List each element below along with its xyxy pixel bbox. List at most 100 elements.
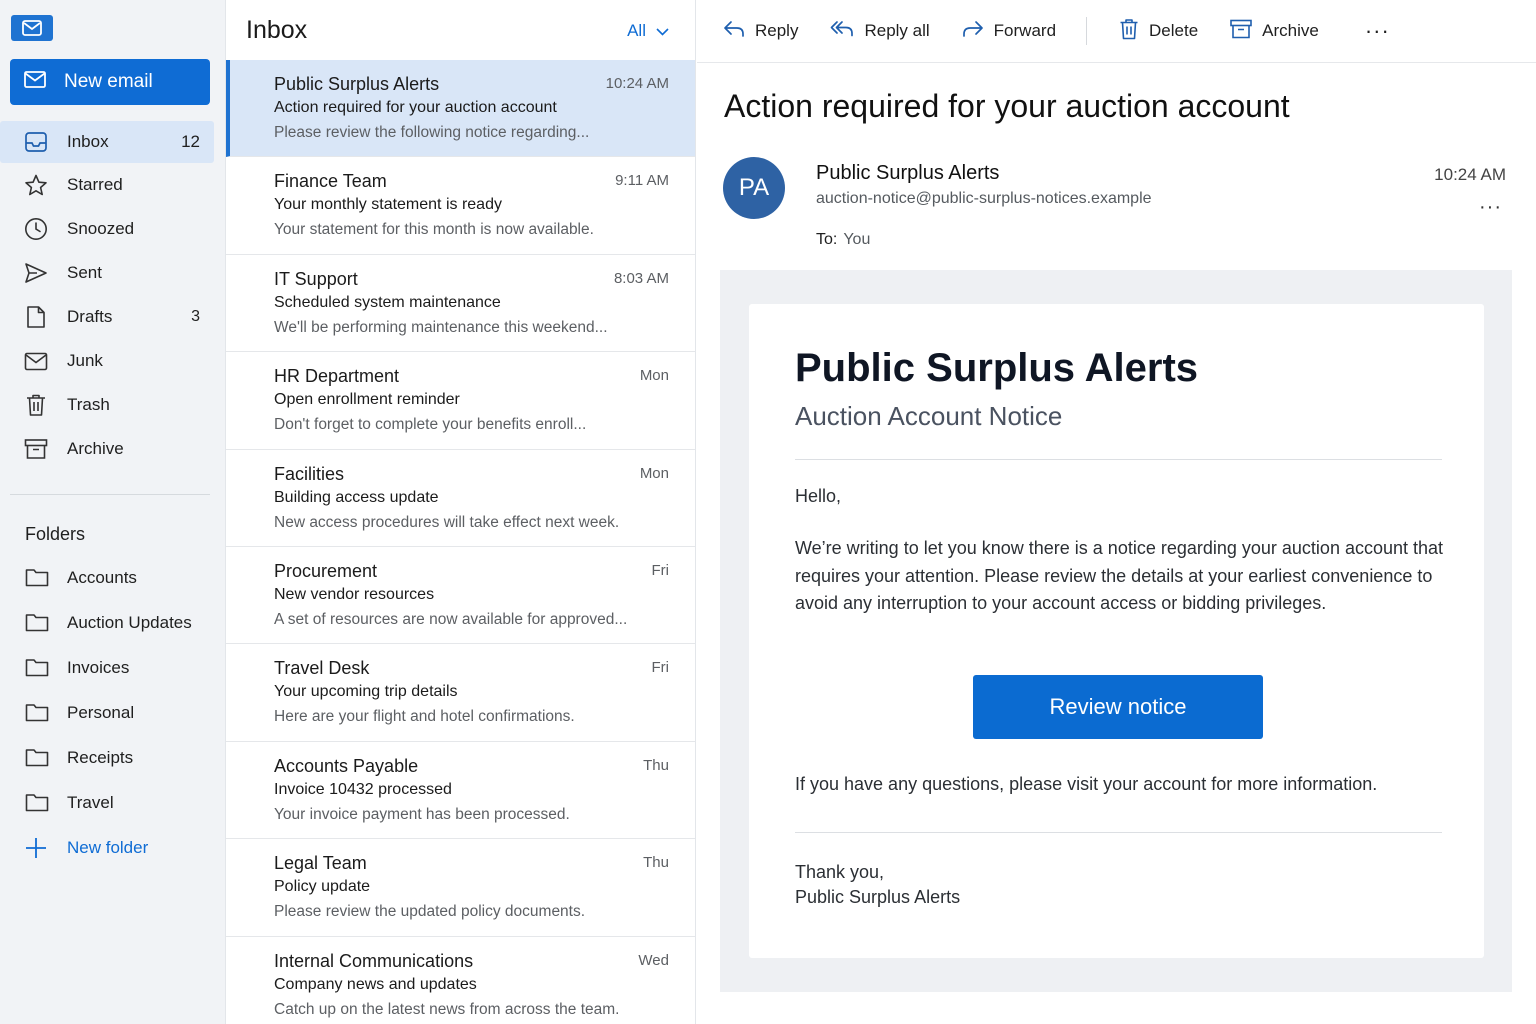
message-time: Thu [643, 854, 669, 872]
folder-icon [25, 568, 49, 587]
folder-item-travel[interactable]: Travel [0, 780, 226, 825]
reply-all-icon [830, 20, 864, 43]
folder-label: Invoices [67, 657, 130, 677]
message-item[interactable]: Travel Desk Fri Your upcoming trip detai… [226, 644, 695, 742]
more-options-icon[interactable]: ··· [1365, 18, 1390, 44]
message-item[interactable]: Finance Team 9:11 AM Your monthly statem… [226, 157, 695, 255]
message-item-selected[interactable]: Public Surplus Alerts 10:24 AM Action re… [226, 60, 695, 158]
message-item[interactable]: Procurement Fri New vendor resources A s… [226, 547, 695, 645]
review-notice-button[interactable]: Review notice [973, 675, 1263, 739]
new-folder-button[interactable]: New folder [0, 825, 226, 870]
chevron-down-icon [656, 21, 669, 41]
new-email-button[interactable]: New email [10, 59, 210, 105]
forward-icon [962, 20, 994, 43]
message-preview: Please review the updated policy documen… [274, 903, 586, 921]
message-subject: Action required for your auction account [274, 99, 557, 116]
draft-icon [24, 305, 48, 329]
message-preview: Don't forget to complete your benefits e… [274, 416, 587, 434]
unread-count: 12 [181, 132, 200, 151]
sender-address: auction-notice@public-surplus-notices.ex… [816, 190, 1152, 207]
nav-list: Inbox 12 Starred Snoozed Sent Drafts 3 J… [0, 121, 226, 471]
card-divider [795, 832, 1442, 833]
message-item[interactable]: Legal Team Thu Policy update Please revi… [226, 839, 695, 937]
sender-name: Public Surplus Alerts [816, 162, 1000, 184]
new-email-label: New email [64, 71, 153, 92]
nav-item-label: Trash [67, 395, 110, 414]
to-label: To: [816, 231, 838, 248]
message-subject: Open enrollment reminder [274, 391, 460, 409]
folder-item-auction-updates[interactable]: Auction Updates [0, 600, 226, 645]
folder-icon [25, 748, 49, 767]
nav-item-label: Junk [67, 351, 103, 370]
nav-item-inbox[interactable]: Inbox 12 [0, 121, 214, 163]
message-item[interactable]: Internal Communications Wed Company news… [226, 937, 695, 1024]
message-subject: New vendor resources [274, 585, 435, 603]
folder-item-receipts[interactable]: Receipts [0, 735, 226, 780]
archive-icon [1230, 19, 1262, 44]
delete-label: Delete [1149, 21, 1199, 40]
forward-button[interactable]: Forward [962, 20, 1056, 43]
message-preview: A set of resources are now available for… [274, 610, 628, 628]
message-preview: Your invoice payment has been processed. [274, 805, 570, 823]
reply-all-button[interactable]: Reply all [830, 20, 930, 43]
message-subject: Company news and updates [274, 975, 477, 993]
message-time: Mon [639, 464, 669, 482]
folder-item-invoices[interactable]: Invoices [0, 645, 226, 690]
filter-dropdown[interactable]: All [627, 21, 669, 41]
delete-button[interactable]: Delete [1119, 18, 1198, 45]
message-sender: HR Department [274, 366, 400, 387]
nav-item-label: Archive [67, 439, 124, 458]
email-more-icon[interactable]: ··· [1479, 196, 1502, 219]
filter-label: All [627, 21, 646, 40]
card-title: Public Surplus Alerts [795, 346, 1199, 390]
reply-button[interactable]: Reply [723, 20, 798, 43]
message-preview: Catch up on the latest news from across … [274, 1000, 620, 1018]
message-sender: Finance Team [274, 171, 387, 192]
forward-label: Forward [993, 21, 1057, 40]
message-preview: New access procedures will take effect n… [274, 513, 620, 531]
nav-item-label: Starred [67, 175, 123, 194]
message-item[interactable]: Facilities Mon Building access update Ne… [226, 450, 695, 547]
message-preview: Here are your flight and hotel confirmat… [274, 708, 575, 726]
message-time: Fri [651, 561, 670, 579]
folder-item-personal[interactable]: Personal [0, 690, 226, 735]
nav-item-sent[interactable]: Sent [0, 251, 226, 295]
star-icon [24, 173, 48, 197]
message-subject: Scheduled system maintenance [274, 293, 501, 311]
signoff-line: Thank you, [795, 862, 885, 882]
trash-icon [1119, 18, 1149, 45]
message-time: 10:24 AM [605, 75, 669, 92]
message-preview: Your statement for this month is now ava… [274, 221, 594, 239]
folder-label: Accounts [67, 567, 137, 587]
reply-icon [723, 20, 755, 43]
list-header: Inbox All [226, 0, 695, 60]
folders-heading: Folders [25, 524, 86, 544]
message-item[interactable]: HR Department Mon Open enrollment remind… [226, 352, 695, 450]
message-item[interactable]: IT Support 8:03 AM Scheduled system main… [226, 255, 695, 353]
archive-label: Archive [1262, 21, 1319, 40]
mail-app-icon[interactable] [11, 15, 53, 41]
plus-icon [25, 837, 49, 859]
message-sender: IT Support [274, 268, 358, 289]
nav-item-snoozed[interactable]: Snoozed [0, 207, 226, 251]
email-greeting: Hello, [795, 486, 842, 506]
nav-item-label: Inbox [67, 132, 109, 151]
nav-item-archive[interactable]: Archive [0, 427, 226, 471]
sidebar-divider [10, 494, 210, 495]
archive-button[interactable]: Archive [1230, 19, 1319, 44]
message-sender: Facilities [274, 463, 345, 484]
email-paragraph: We’re writing to let you know there is a… [795, 538, 1444, 613]
nav-item-trash[interactable]: Trash [0, 383, 226, 427]
email-subject: Action required for your auction account [724, 88, 1290, 124]
folder-icon [25, 703, 49, 722]
message-item[interactable]: Accounts Payable Thu Invoice 10432 proce… [226, 742, 695, 840]
nav-item-starred[interactable]: Starred [0, 163, 226, 207]
folders-list: Accounts Auction Updates Invoices Person… [0, 555, 226, 870]
nav-item-junk[interactable]: Junk [0, 339, 226, 383]
folder-label: Personal [67, 702, 135, 722]
nav-item-drafts[interactable]: Drafts 3 [0, 295, 226, 339]
reading-pane: Reply Reply all Forward Delete Archive ·… [697, 0, 1536, 1024]
folder-label: Auction Updates [67, 612, 192, 632]
folder-item-accounts[interactable]: Accounts [0, 555, 226, 600]
message-time: 9:11 AM [615, 172, 669, 190]
